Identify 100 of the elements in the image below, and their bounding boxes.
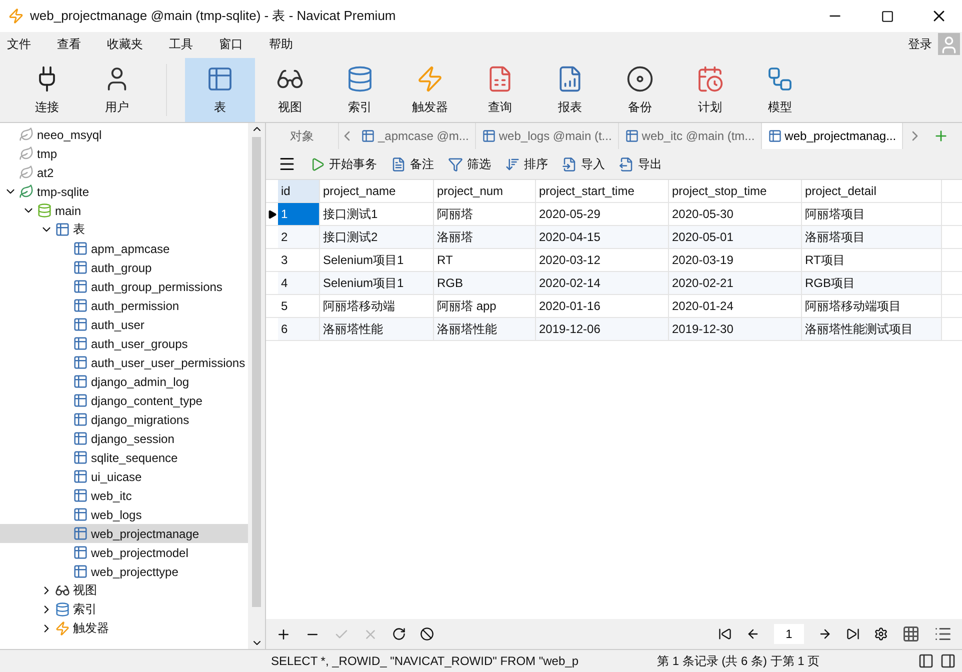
tree-item[interactable]: auth_group_permissions [0,277,248,296]
table-cell[interactable]: 洛丽塔性能 [434,318,536,340]
database-icon [37,203,52,218]
maximize-icon[interactable] [880,10,894,22]
action-button[interactable]: 开始事务 [310,156,377,172]
add-icon[interactable] [276,626,291,642]
table-cell[interactable]: 2020-04-15 [536,226,669,248]
tree-item[interactable]: django_migrations [0,410,248,429]
tree-item[interactable]: 视图 [0,581,248,600]
left-panel-icon[interactable] [918,653,934,669]
table-icon [73,241,88,256]
tab[interactable]: web_projectmanag... [762,123,904,149]
table-cell[interactable]: 2020-02-14 [536,272,669,294]
table-icon [206,64,234,92]
tree-item[interactable]: web_itc [0,486,248,505]
tree-item[interactable]: django_content_type [0,391,248,410]
tree-item[interactable]: at2 [0,163,248,182]
table-cell[interactable]: 4 [278,272,320,294]
table-icon [361,129,375,143]
table-cell[interactable]: RGB项目 [802,272,942,294]
toolbar-button[interactable]: 计划 [675,58,745,122]
toolbar-button[interactable]: 模型 [745,58,815,122]
table-cell[interactable]: 洛丽塔项目 [802,226,942,248]
prev-page-icon[interactable] [746,627,760,641]
menu-item[interactable]: 查看 [57,36,81,52]
table-cell[interactable]: 洛丽塔 [434,226,536,248]
play-icon [310,156,325,172]
tree-item[interactable]: auth_user [0,315,248,334]
last-page-icon[interactable] [846,627,860,641]
toolbar-button[interactable]: 索引 [325,58,395,122]
column-header[interactable]: id [278,180,320,202]
table-cell[interactable]: 接口测试2 [320,226,434,248]
table-cell[interactable]: RGB [434,272,536,294]
toolbar-button[interactable]: 报表 [535,58,605,122]
tree-item[interactable]: web_projectmanage [0,524,248,543]
tree-item[interactable]: neeo_msyql [0,125,248,144]
action-button[interactable]: 筛选 [448,156,491,172]
right-panel-icon[interactable] [940,653,956,669]
current-row-icon [268,210,276,218]
table-cell[interactable]: 2019-12-30 [669,318,802,340]
toolbar-button[interactable]: 用户 [82,58,152,122]
document-icon [391,156,406,172]
first-page-icon[interactable] [718,627,732,641]
toolbar-button[interactable]: 触发器 [395,58,465,122]
next-page-icon[interactable] [818,627,832,641]
menu-item[interactable]: 帮助 [269,36,293,52]
tree-item[interactable]: sqlite_sequence [0,448,248,467]
form-view-icon[interactable] [934,625,952,643]
import-icon [562,156,577,172]
menu-item[interactable]: 收藏夹 [107,36,143,52]
menu-item[interactable]: 窗口 [219,36,243,52]
tree-item[interactable]: 触发器 [0,619,248,638]
tree-item[interactable]: auth_group [0,258,248,277]
table-icon [55,222,70,237]
table-cell[interactable]: Selenium项目1 [320,272,434,294]
menu-item[interactable]: 工具 [169,36,193,52]
table-cell[interactable]: 6 [278,318,320,340]
tree-item[interactable]: tmp-sqlite [0,182,248,201]
toolbar-button[interactable]: 备份 [605,58,675,122]
table-cell[interactable]: 洛丽塔性能 [320,318,434,340]
table-cell[interactable]: 2019-12-06 [536,318,669,340]
table-cell[interactable]: 1 [278,203,320,225]
table-cell[interactable]: 洛丽塔性能测试项目 [802,318,942,340]
calendar-icon [696,64,724,92]
tree-item[interactable]: 索引 [0,600,248,619]
tree-item[interactable]: auth_permission [0,296,248,315]
tree-item[interactable]: main [0,201,248,220]
toolbar-button[interactable]: 视图 [255,58,325,122]
action-button[interactable]: 导入 [562,156,605,172]
settings-icon[interactable] [874,627,888,641]
tree-item[interactable]: apm_apmcase [0,239,248,258]
tree-item[interactable]: django_session [0,429,248,448]
tree-item[interactable]: django_admin_log [0,372,248,391]
tree-item[interactable]: tmp [0,144,248,163]
tree-item[interactable]: auth_user_user_permissions [0,353,248,372]
refresh-icon[interactable] [392,627,406,641]
table-cell[interactable]: 接口测试1 [320,203,434,225]
action-button[interactable]: 排序 [505,156,548,172]
scrollbar[interactable] [248,123,265,649]
page-field[interactable]: 1 [774,624,804,644]
tree-item[interactable]: auth_user_groups [0,334,248,353]
toolbar-button[interactable]: 查询 [465,58,535,122]
tree-item[interactable]: ui_uicase [0,467,248,486]
menu-icon[interactable] [278,155,296,173]
record-status: 第 1 条记录 (共 6 条) 于第 1 页 [656,652,821,670]
tree-item[interactable]: web_logs [0,505,248,524]
tree-item[interactable]: web_projecttype [0,562,248,581]
stop-icon[interactable] [420,627,434,641]
table-cell[interactable]: 2 [278,226,320,248]
table-cell[interactable]: 2020-02-21 [669,272,802,294]
toolbar-button[interactable]: 连接 [12,58,82,122]
tree-item[interactable]: 表 [0,220,248,239]
tree-item[interactable]: web_projectmodel [0,543,248,562]
table-cell[interactable]: 2020-05-01 [669,226,802,248]
login-link[interactable]: 登录 [908,36,932,52]
action-button[interactable]: 导出 [619,156,662,172]
menu-item[interactable]: 文件 [7,36,31,52]
action-button[interactable]: 备注 [391,156,434,172]
toolbar-button[interactable]: 表 [185,58,255,122]
grid-view-icon[interactable] [902,625,920,643]
